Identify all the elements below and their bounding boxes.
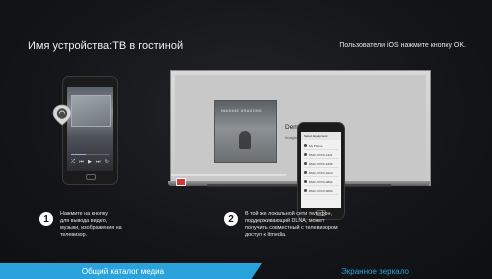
device-list-label: DMC-XXXX-5090: [309, 188, 333, 193]
play-icon: ▶: [87, 159, 92, 165]
device-list-label: DMC-XXXX-2213: [309, 170, 333, 175]
shuffle-icon: ⤮: [71, 159, 76, 165]
player-controls: ⤮ ⏮ ▶ ⏭ ↻: [71, 159, 109, 165]
device-list-label: DMC-XXXX-4802: [309, 179, 333, 184]
device-select-screen: Select Equipment My Phone DMC-XXXX-1421 …: [301, 132, 341, 208]
album-cover-text: IMAGINE DRAGONS: [221, 109, 262, 113]
step-1-text: Нажмите на кнопку для вывода видео, музы…: [60, 211, 122, 238]
tab-media-catalog-label[interactable]: Общий каталог медиа: [0, 263, 246, 279]
prev-icon: ⏮: [79, 159, 84, 165]
step-1-badge: 1: [39, 212, 53, 226]
step-2-badge: 2: [224, 212, 238, 226]
tab-screen-mirror[interactable]: Экранное зеркало: [258, 263, 492, 279]
next-icon: ⏭: [96, 159, 101, 165]
plug-icon: [176, 178, 186, 186]
step-2-text: В той же локальной сети телефон, поддерж…: [245, 211, 338, 238]
device-dot-icon: [304, 171, 307, 174]
repeat-icon: ↻: [104, 159, 109, 165]
cast-pin-icon: [52, 104, 72, 126]
app-screen: Имя устройства:ТВ в гостиной Пользовател…: [0, 0, 492, 279]
device-list-item: DMC-XXXX-5090: [304, 187, 338, 195]
player-progress: [71, 154, 109, 155]
phone-illustration-right: Select Equipment My Phone DMC-XXXX-1421 …: [297, 122, 345, 220]
cable-line: [171, 174, 286, 176]
device-list-header: Select Equipment: [301, 132, 341, 140]
ios-instruction: Пользователи iOS нажмите кнопку OK.: [339, 42, 466, 49]
device-dot-icon: [304, 180, 307, 183]
device-dot-icon: [304, 144, 307, 147]
device-dot-icon: [304, 189, 307, 192]
player-cover: [71, 95, 111, 127]
phone-player-screen: ⤮ ⏮ ▶ ⏭ ↻: [67, 87, 113, 171]
home-button-icon: [86, 174, 96, 180]
album-figure: [239, 131, 251, 149]
bottom-tab-bar: Общий каталог медиа Экранное зеркало: [0, 263, 492, 279]
device-list-item: DMC-XXXX-1421: [304, 151, 338, 159]
phone-illustration-left: ⤮ ⏮ ▶ ⏭ ↻: [62, 76, 118, 185]
device-list-label: My Phone: [309, 143, 323, 148]
device-dot-icon: [304, 153, 307, 156]
device-list-label: DMC-XXXX-1605: [309, 161, 333, 166]
device-list-item: DMC-XXXX-1605: [304, 160, 338, 168]
device-list-item: DMC-XXXX-2213: [304, 169, 338, 177]
device-list-item: My Phone: [304, 142, 338, 150]
device-list-label: DMC-XXXX-1421: [309, 152, 333, 157]
device-dot-icon: [304, 162, 307, 165]
device-name-title: Имя устройства:ТВ в гостиной: [28, 40, 184, 52]
device-list-item: DMC-XXXX-4802: [304, 178, 338, 186]
album-cover-image: IMAGINE DRAGONS: [214, 100, 277, 163]
